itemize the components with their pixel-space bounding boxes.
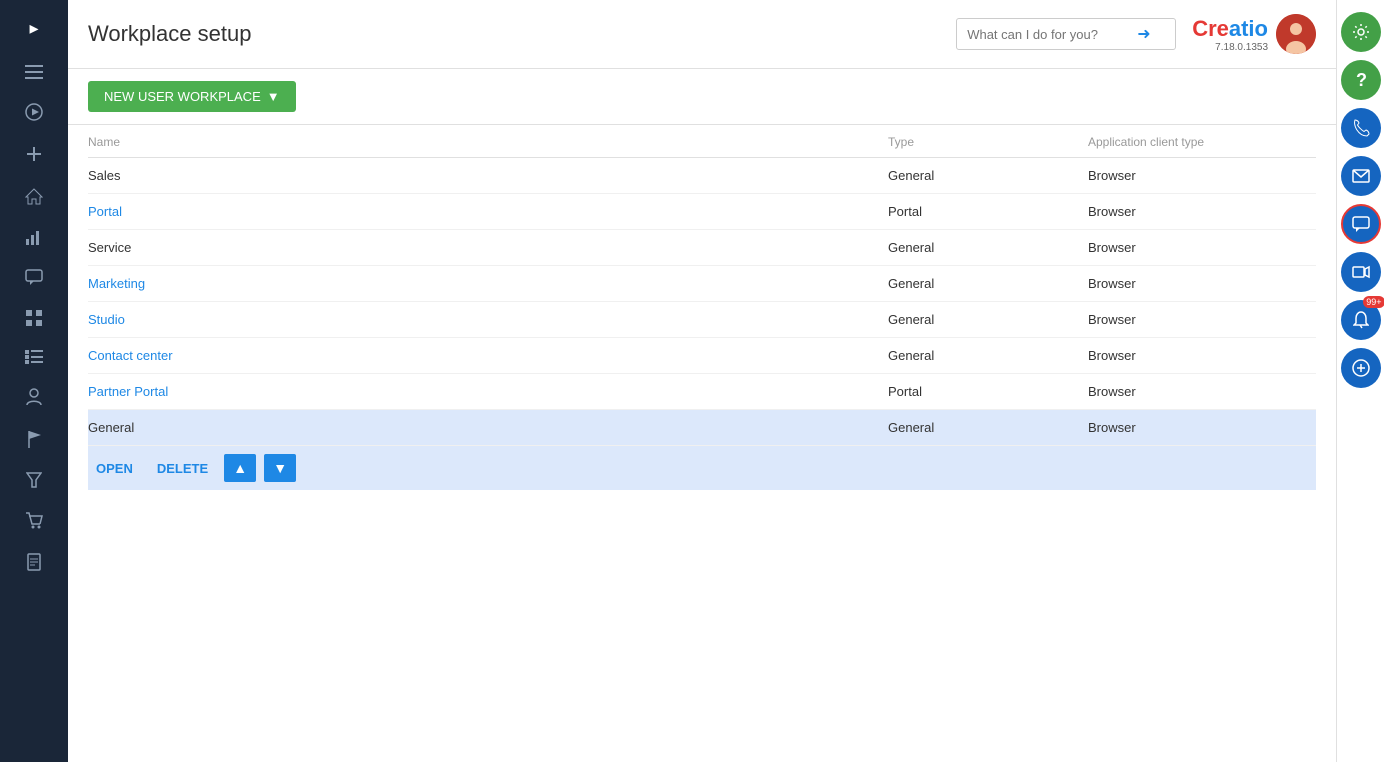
row-client: Browser bbox=[1088, 168, 1316, 183]
row-name: Studio bbox=[88, 312, 888, 327]
new-workplace-button[interactable]: NEW USER WORKPLACE ▼ bbox=[88, 81, 296, 112]
row-client: Browser bbox=[1088, 276, 1316, 291]
search-bar[interactable]: ➜ bbox=[956, 18, 1176, 50]
logo-area: Creatio 7.18.0.1353 bbox=[1192, 16, 1268, 53]
row-client: Browser bbox=[1088, 312, 1316, 327]
sidebar-item-chat[interactable] bbox=[0, 257, 68, 298]
logo: Creatio bbox=[1192, 16, 1268, 42]
toolbar: NEW USER WORKPLACE ▼ bbox=[68, 69, 1336, 125]
sidebar-item-list[interactable] bbox=[0, 338, 68, 376]
delete-button[interactable]: DELETE bbox=[149, 457, 216, 480]
row-client: Browser bbox=[1088, 348, 1316, 363]
table-header: Name Type Application client type bbox=[88, 125, 1316, 158]
table-row[interactable]: Service General Browser bbox=[88, 230, 1316, 266]
column-header-name: Name bbox=[88, 135, 888, 149]
table-row[interactable]: Sales General Browser bbox=[88, 158, 1316, 194]
row-type: General bbox=[888, 168, 1088, 183]
search-input[interactable] bbox=[967, 27, 1137, 42]
move-up-button[interactable]: ▲ bbox=[224, 454, 256, 482]
row-type: Portal bbox=[888, 204, 1088, 219]
sidebar-item-doc[interactable] bbox=[0, 541, 68, 583]
row-type: General bbox=[888, 240, 1088, 255]
row-client: Browser bbox=[1088, 240, 1316, 255]
column-header-type: Type bbox=[888, 135, 1088, 149]
main-content: Workplace setup ➜ Creatio 7.18.0.1353 NE… bbox=[68, 0, 1336, 762]
right-panel: ? 99+ bbox=[1336, 0, 1384, 762]
sidebar-toggle[interactable]: ▸ bbox=[19, 8, 48, 49]
row-name: Sales bbox=[88, 168, 888, 183]
row-client: Browser bbox=[1088, 384, 1316, 399]
row-type: Portal bbox=[888, 384, 1088, 399]
dropdown-icon: ▼ bbox=[267, 89, 280, 104]
table-row[interactable]: Studio General Browser bbox=[88, 302, 1316, 338]
action-row: OPEN DELETE ▲ ▼ bbox=[88, 446, 1316, 490]
table-row[interactable]: General General Browser bbox=[88, 410, 1316, 446]
sidebar-item-funnel[interactable] bbox=[0, 460, 68, 500]
sidebar-item-menu[interactable] bbox=[0, 53, 68, 91]
header: Workplace setup ➜ Creatio 7.18.0.1353 bbox=[68, 0, 1336, 69]
logo-version: 7.18.0.1353 bbox=[1215, 42, 1268, 53]
row-name: Contact center bbox=[88, 348, 888, 363]
avatar[interactable] bbox=[1276, 14, 1316, 54]
row-name: Marketing bbox=[88, 276, 888, 291]
sidebar-item-home[interactable] bbox=[0, 175, 68, 217]
svg-text:?: ? bbox=[1356, 71, 1367, 89]
row-type: General bbox=[888, 312, 1088, 327]
move-down-button[interactable]: ▼ bbox=[264, 454, 296, 482]
mail-icon[interactable] bbox=[1341, 156, 1381, 196]
video-icon[interactable] bbox=[1341, 252, 1381, 292]
row-type: General bbox=[888, 276, 1088, 291]
row-type: General bbox=[888, 348, 1088, 363]
search-submit-icon[interactable]: ➜ bbox=[1137, 24, 1150, 44]
row-name: Service bbox=[88, 240, 888, 255]
table-row[interactable]: Partner Portal Portal Browser bbox=[88, 374, 1316, 410]
page-title: Workplace setup bbox=[88, 21, 956, 47]
chat-icon[interactable] bbox=[1341, 204, 1381, 244]
row-client: Browser bbox=[1088, 420, 1316, 435]
help-icon[interactable]: ? bbox=[1341, 60, 1381, 100]
bell-icon[interactable]: 99+ bbox=[1341, 300, 1381, 340]
row-client: Browser bbox=[1088, 204, 1316, 219]
sidebar-item-cart[interactable] bbox=[0, 500, 68, 541]
phone-icon[interactable] bbox=[1341, 108, 1381, 148]
sidebar-item-flag[interactable] bbox=[0, 418, 68, 460]
table-container: Name Type Application client type Sales … bbox=[68, 125, 1336, 762]
row-name: General bbox=[88, 420, 888, 435]
new-workplace-label: NEW USER WORKPLACE bbox=[104, 89, 261, 104]
sidebar-item-plus[interactable] bbox=[0, 133, 68, 175]
avatar-image bbox=[1276, 14, 1316, 54]
sidebar-item-person[interactable] bbox=[0, 376, 68, 418]
open-button[interactable]: OPEN bbox=[88, 457, 141, 480]
row-name: Portal bbox=[88, 204, 888, 219]
table-row[interactable]: Portal Portal Browser bbox=[88, 194, 1316, 230]
row-type: General bbox=[888, 420, 1088, 435]
table-row[interactable]: Contact center General Browser bbox=[88, 338, 1316, 374]
settings-icon[interactable] bbox=[1341, 12, 1381, 52]
sidebar-item-grid[interactable] bbox=[0, 298, 68, 338]
sidebar-item-analytics[interactable] bbox=[0, 217, 68, 257]
sidebar-item-play[interactable] bbox=[0, 91, 68, 133]
tasks-icon[interactable] bbox=[1341, 348, 1381, 388]
left-sidebar: ▸ bbox=[0, 0, 68, 762]
column-header-client: Application client type bbox=[1088, 135, 1316, 149]
table-row[interactable]: Marketing General Browser bbox=[88, 266, 1316, 302]
notifications-badge: 99+ bbox=[1363, 296, 1384, 308]
row-name: Partner Portal bbox=[88, 384, 888, 399]
